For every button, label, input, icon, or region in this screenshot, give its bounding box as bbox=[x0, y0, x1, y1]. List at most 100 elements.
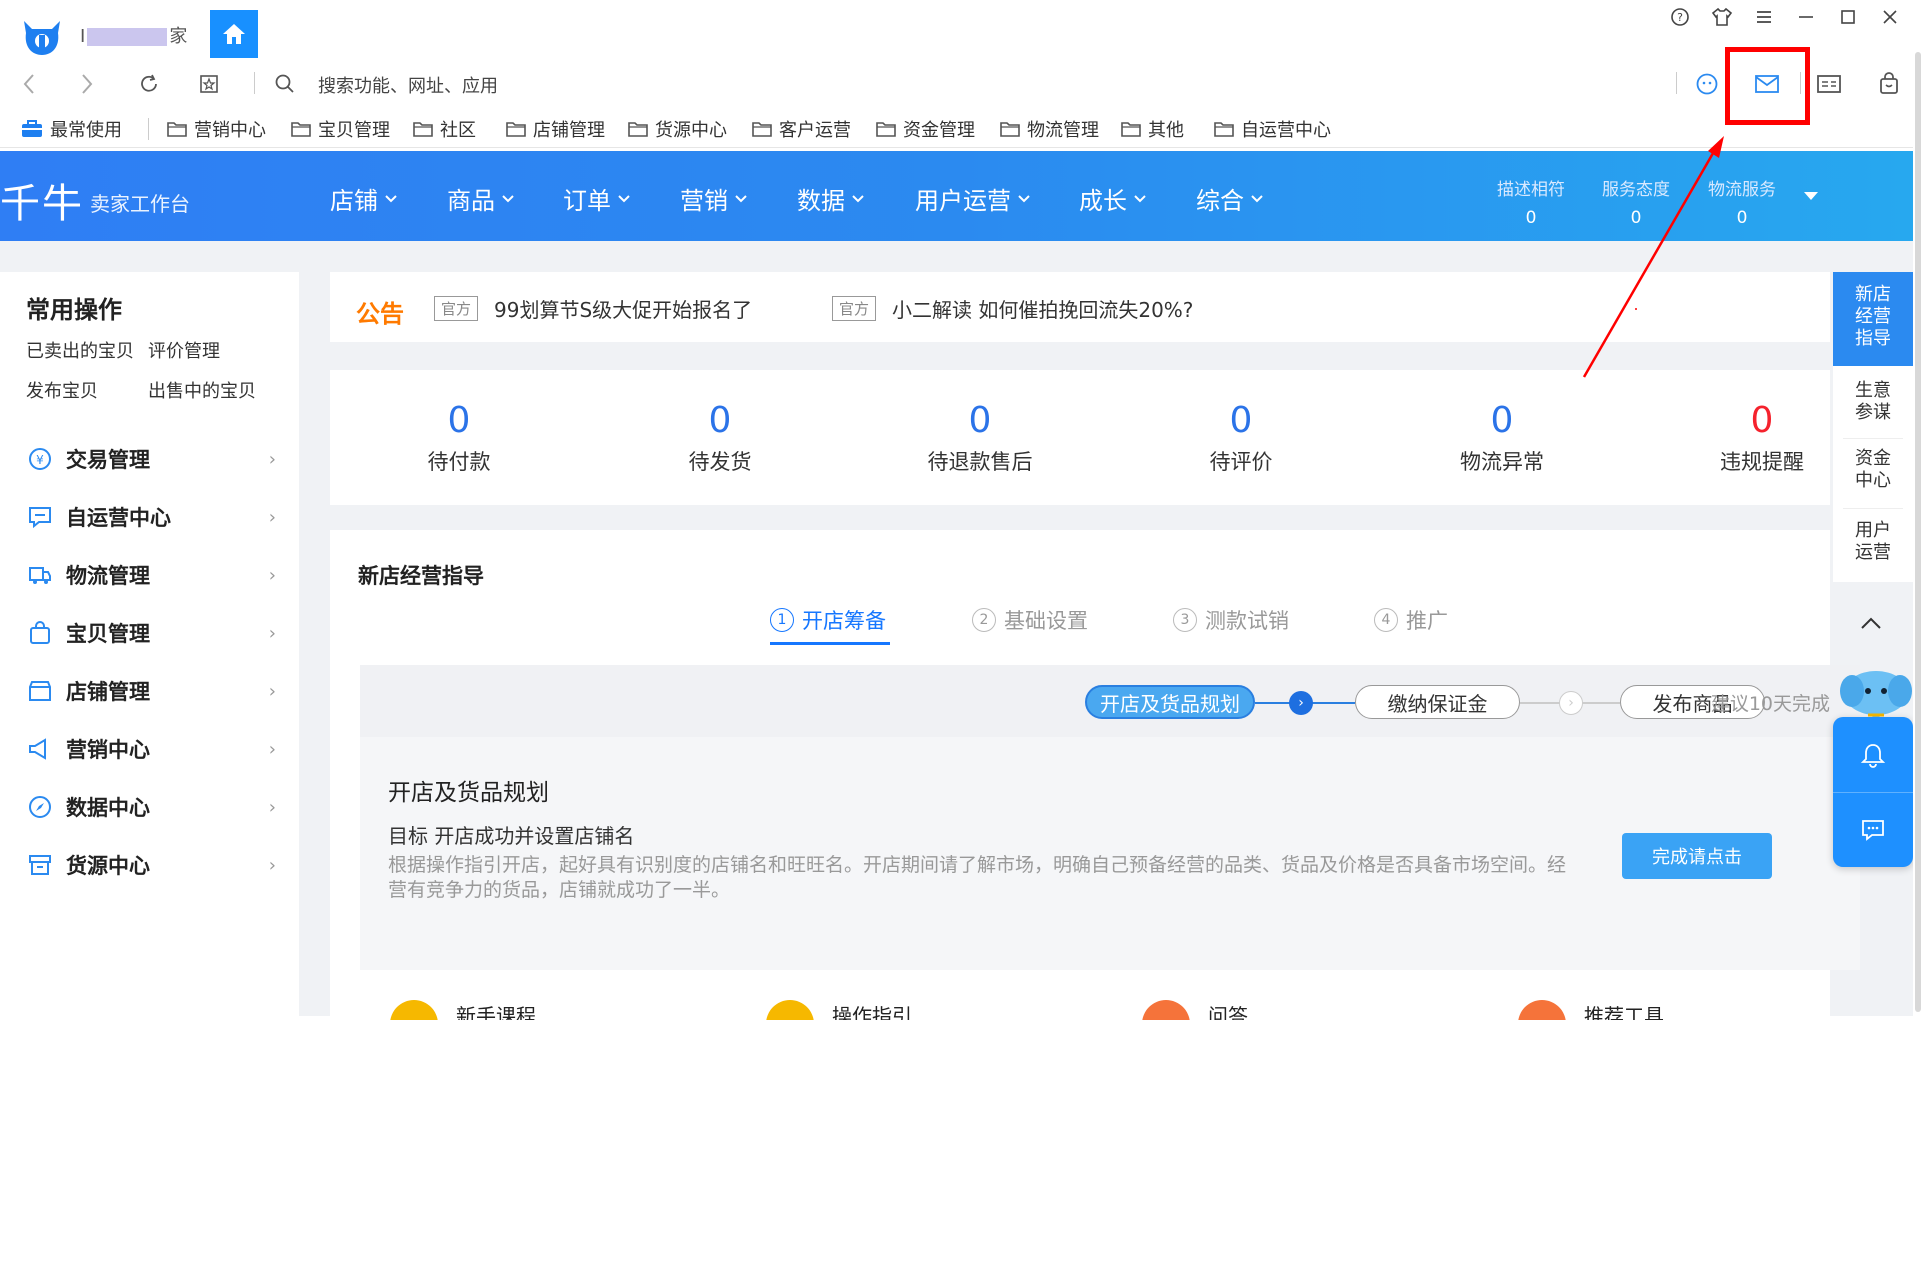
right-panel-business-advisor[interactable]: 生意 参谋 bbox=[1833, 380, 1913, 424]
id-card-icon[interactable] bbox=[1816, 71, 1842, 97]
scroll-top-icon[interactable] bbox=[1858, 610, 1884, 636]
shop-score[interactable]: 描述相符 0 bbox=[1497, 175, 1565, 228]
complete-button[interactable]: 完成请点击 bbox=[1622, 833, 1772, 879]
stat-item[interactable]: 0 待退款售后 bbox=[880, 400, 1080, 476]
quick-link-sold[interactable]: 已卖出的宝贝 bbox=[26, 337, 134, 363]
score-label: 服务态度 bbox=[1602, 180, 1670, 200]
sub-step-plan[interactable]: 开店及货品规划 bbox=[1085, 685, 1255, 719]
menu-7[interactable]: 综合 bbox=[1196, 181, 1264, 216]
home-icon bbox=[223, 24, 245, 44]
close-icon[interactable] bbox=[1879, 6, 1901, 28]
user-account-tab[interactable]: I家 bbox=[80, 22, 187, 47]
announcement-link[interactable]: 小二解读 如何催拍挽回流失20%? bbox=[892, 294, 1193, 323]
menu-3[interactable]: 营销 bbox=[680, 181, 748, 216]
sidebar-item-4[interactable]: 店铺管理 › bbox=[26, 676, 276, 706]
bookmark-customer[interactable]: 客户运营 bbox=[751, 116, 851, 142]
bookmark-community[interactable]: 社区 bbox=[412, 116, 476, 142]
home-tab-button[interactable] bbox=[210, 10, 258, 58]
bookmark-items[interactable]: 宝贝管理 bbox=[290, 116, 390, 142]
tool-operation-guide[interactable]: 操作指引 bbox=[766, 1000, 912, 1020]
shop-score[interactable]: 物流服务 0 bbox=[1708, 175, 1776, 228]
stat-item[interactable]: 0 待评价 bbox=[1141, 400, 1341, 476]
bookmark-label: 社区 bbox=[440, 120, 476, 141]
bookmark-other[interactable]: 其他 bbox=[1120, 116, 1184, 142]
qianniu-logo-icon[interactable] bbox=[20, 17, 64, 57]
stat-item[interactable]: 0 违规提醒 bbox=[1662, 400, 1862, 476]
step-tab-2[interactable]: 2 基础设置 bbox=[972, 605, 1088, 635]
brand-logo[interactable]: 千牛 bbox=[0, 171, 84, 229]
robot-assistant-icon[interactable] bbox=[1694, 71, 1720, 97]
quick-link-on-sale[interactable]: 出售中的宝贝 bbox=[148, 377, 256, 403]
elephant-mascot-icon[interactable] bbox=[1838, 665, 1914, 725]
maximize-icon[interactable] bbox=[1837, 6, 1859, 28]
right-panel-user-ops[interactable]: 用户 运营 bbox=[1833, 520, 1913, 564]
right-panel-funds-center[interactable]: 资金 中心 bbox=[1833, 448, 1913, 492]
stat-value: 0 bbox=[1229, 400, 1253, 441]
menu-0[interactable]: 店铺 bbox=[330, 181, 398, 216]
step-tab-1[interactable]: 1 开店筹备 bbox=[770, 605, 886, 635]
notification-bell-icon[interactable] bbox=[1833, 717, 1913, 792]
tool-beginner-course[interactable]: 新手课程 bbox=[390, 1000, 536, 1020]
bookmark-supply[interactable]: 货源中心 bbox=[627, 116, 727, 142]
right-panel-new-store-guide[interactable]: 新店 经营 指导 bbox=[1833, 272, 1913, 366]
sub-step-deposit[interactable]: 缴纳保证金 bbox=[1355, 685, 1520, 719]
chevron-down-icon[interactable] bbox=[1802, 187, 1820, 206]
menu-4[interactable]: 数据 bbox=[797, 181, 865, 216]
refresh-icon[interactable] bbox=[136, 71, 162, 97]
skin-icon[interactable] bbox=[1711, 6, 1733, 28]
quick-link-publish[interactable]: 发布宝贝 bbox=[26, 377, 98, 403]
chevron-right-icon: › bbox=[268, 680, 276, 702]
tool-recommended[interactable]: 推荐工具 bbox=[1518, 1000, 1664, 1020]
menu-6[interactable]: 成长 bbox=[1079, 181, 1147, 216]
sidebar-item-1[interactable]: 自运营中心 › bbox=[26, 502, 276, 532]
shopping-bag-icon[interactable] bbox=[1876, 71, 1902, 97]
bookmark-funds[interactable]: 资金管理 bbox=[875, 116, 975, 142]
back-icon[interactable] bbox=[16, 71, 42, 97]
step-tab-4[interactable]: 4 推广 bbox=[1374, 605, 1448, 635]
menu-1[interactable]: 商品 bbox=[447, 181, 515, 216]
menu-5[interactable]: 用户运营 bbox=[915, 181, 1031, 216]
sidebar-item-6[interactable]: 数据中心 › bbox=[26, 792, 276, 822]
quick-link-reviews[interactable]: 评价管理 bbox=[148, 337, 220, 363]
bookmark-page-icon[interactable] bbox=[196, 71, 222, 97]
bookmark-label: 客户运营 bbox=[779, 120, 851, 141]
sidebar-item-5[interactable]: 营销中心 › bbox=[26, 734, 276, 764]
logistics-icon bbox=[26, 561, 54, 589]
sidebar-item-0[interactable]: ¥ 交易管理 › bbox=[26, 444, 276, 474]
folder-icon bbox=[413, 122, 433, 137]
chat-icon[interactable] bbox=[1833, 792, 1913, 867]
shop-score[interactable]: 服务态度 0 bbox=[1602, 175, 1670, 228]
bookmark-marketing[interactable]: 营销中心 bbox=[166, 116, 266, 142]
step-tab-3[interactable]: 3 测款试销 bbox=[1173, 605, 1289, 635]
bookmark-label: 营销中心 bbox=[194, 120, 266, 141]
bookmark-self-ops[interactable]: 自运营中心 bbox=[1213, 116, 1331, 142]
sidebar-item-2[interactable]: 物流管理 › bbox=[26, 560, 276, 590]
sidebar-item-3[interactable]: 宝贝管理 › bbox=[26, 618, 276, 648]
sidebar-item-label: 营销中心 bbox=[66, 738, 150, 762]
stat-item[interactable]: 0 待发货 bbox=[620, 400, 820, 476]
bookmark-store[interactable]: 店铺管理 bbox=[505, 116, 605, 142]
help-icon[interactable]: ? bbox=[1669, 6, 1691, 28]
folder-icon bbox=[167, 122, 187, 137]
forward-icon[interactable] bbox=[74, 71, 100, 97]
menu-icon[interactable] bbox=[1753, 6, 1775, 28]
search-input[interactable]: 搜索功能、网址、应用 bbox=[318, 72, 498, 98]
bookmark-logistics[interactable]: 物流管理 bbox=[999, 116, 1099, 142]
tool-qa[interactable]: 问答 bbox=[1142, 1000, 1248, 1020]
stat-item[interactable]: 0 待付款 bbox=[359, 400, 559, 476]
bookmark-label: 店铺管理 bbox=[533, 120, 605, 141]
minimize-icon[interactable] bbox=[1795, 6, 1817, 28]
scrollbar-thumb[interactable] bbox=[1915, 52, 1921, 1012]
announcement-link[interactable]: 99划算节S级大促开始报名了 bbox=[494, 294, 752, 323]
folder-icon bbox=[628, 122, 648, 137]
svg-text:¥: ¥ bbox=[36, 453, 44, 467]
sidebar-item-7[interactable]: 货源中心 › bbox=[26, 850, 276, 880]
step-number: 1 bbox=[770, 608, 794, 632]
menu-2[interactable]: 订单 bbox=[563, 181, 631, 216]
chevron-down-icon bbox=[1018, 194, 1030, 202]
stat-item[interactable]: 0 物流异常 bbox=[1402, 400, 1602, 476]
search-icon[interactable] bbox=[272, 71, 298, 97]
bookmark-frequent[interactable]: 最常使用 bbox=[20, 116, 122, 142]
menu-label: 综合 bbox=[1196, 187, 1244, 215]
address-bar: 搜索功能、网址、应用 bbox=[0, 58, 1923, 108]
